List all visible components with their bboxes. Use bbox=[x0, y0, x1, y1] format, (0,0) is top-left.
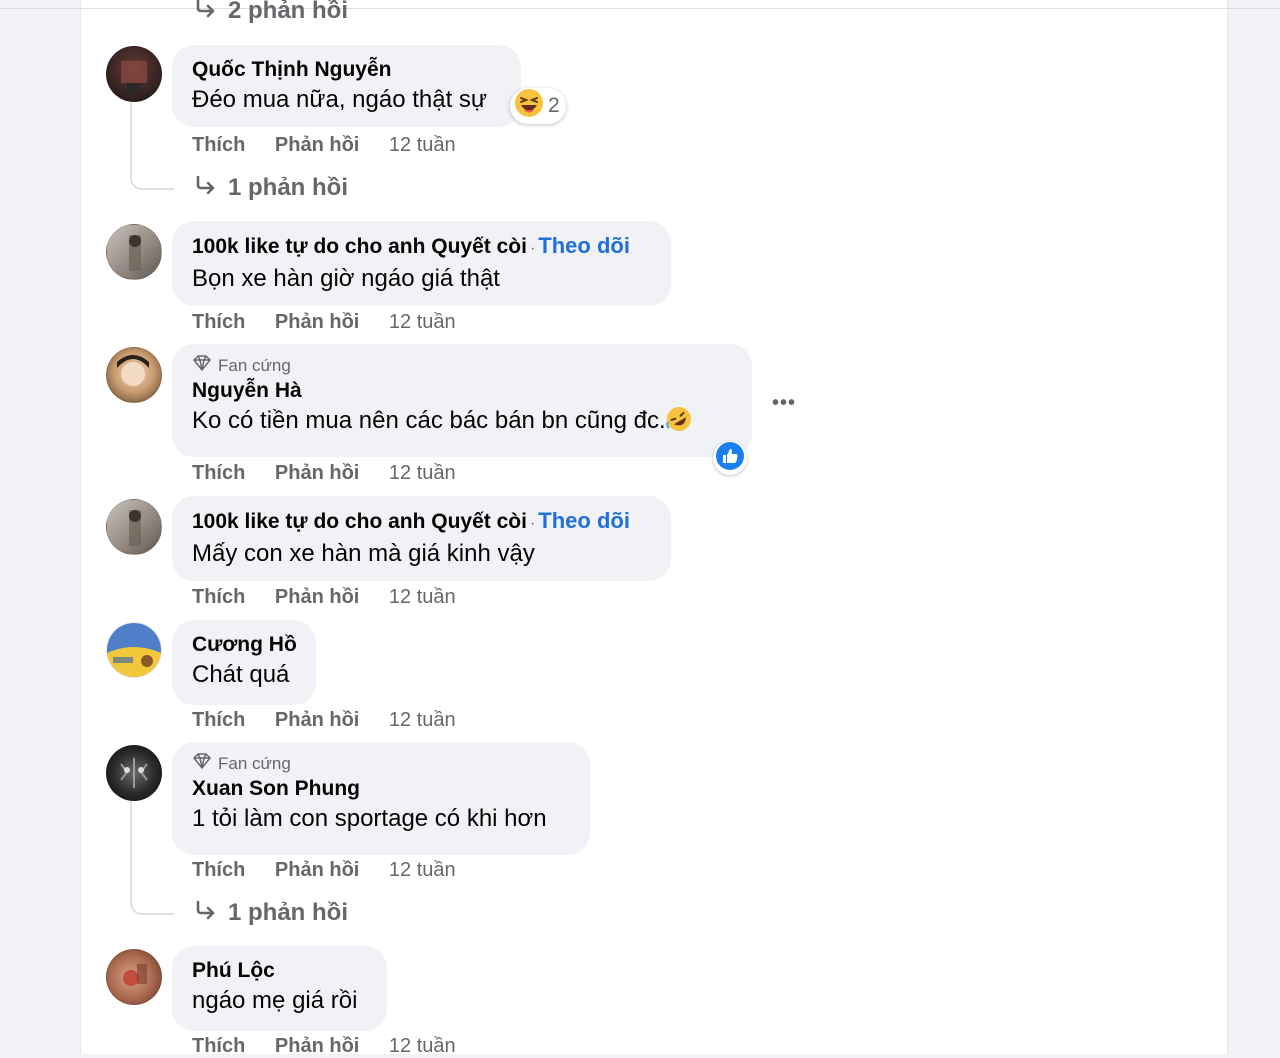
comment-author[interactable]: Xuan Son Phung bbox=[192, 775, 570, 803]
comment-text: Ko có tiền mua nên các bác bán bn cũng đ… bbox=[192, 405, 732, 441]
comment-author[interactable]: Phú Lộc bbox=[192, 957, 367, 985]
fan-badge: Fan cứng bbox=[192, 355, 732, 377]
like-button[interactable]: Thích bbox=[192, 311, 245, 333]
comment-author[interactable]: Cương Hồ bbox=[192, 631, 297, 659]
reply-button[interactable]: Phản hồi bbox=[275, 134, 359, 156]
rofl-emoji-icon bbox=[665, 406, 692, 441]
reply-button[interactable]: Phản hồi bbox=[275, 586, 359, 608]
comment-author: 100k like tự do cho anh Quyết còi · Theo d… bbox=[192, 233, 630, 258]
thread-line bbox=[130, 102, 174, 190]
like-button[interactable]: Thích bbox=[192, 859, 245, 881]
comment-text: Đéo mua nữa, ngáo thật sự bbox=[192, 86, 487, 113]
like-button[interactable]: Thích bbox=[192, 462, 245, 484]
reply-button[interactable]: Phản hồi bbox=[275, 311, 359, 333]
like-thumb-icon bbox=[715, 441, 745, 476]
comment-bubble: Fan cứng Xuan Son Phung 1 tỏi làm con sp… bbox=[172, 742, 590, 855]
comment-bubble: Phú Lộc ngáo mẹ giá rồi bbox=[172, 946, 387, 1031]
comment-author[interactable]: Nguyễn Hà bbox=[192, 377, 732, 405]
avatar[interactable] bbox=[106, 745, 162, 801]
comment-text: Mấy con xe hàn mà giá kinh vậy bbox=[192, 540, 535, 567]
reply-button[interactable]: Phản hồi bbox=[275, 859, 359, 881]
like-button[interactable]: Thích bbox=[192, 586, 245, 608]
comment-actions: Thích Phản hồi 12 tuần bbox=[192, 310, 456, 334]
comment-bubble: 100k like tự do cho anh Quyết còi · Theo d… bbox=[172, 221, 671, 306]
comment-bubble: 100k like tự do cho anh Quyết còi · Theo d… bbox=[172, 496, 671, 581]
reply-arrow-icon bbox=[194, 898, 218, 928]
thread-line bbox=[130, 800, 174, 915]
timestamp[interactable]: 12 tuần bbox=[389, 859, 456, 881]
reaction-count: 2 bbox=[548, 94, 560, 117]
reaction-summary[interactable] bbox=[713, 441, 747, 475]
like-button[interactable]: Thích bbox=[192, 709, 245, 731]
comment-author[interactable]: Quốc Thịnh Nguyễn bbox=[192, 56, 501, 84]
separator-dot: · bbox=[529, 240, 536, 257]
avatar[interactable] bbox=[106, 46, 162, 102]
reply-button[interactable]: Phản hồi bbox=[275, 462, 359, 484]
avatar[interactable] bbox=[106, 949, 162, 1005]
timestamp[interactable]: 12 tuần bbox=[389, 311, 456, 333]
avatar[interactable] bbox=[106, 224, 162, 280]
reaction-summary[interactable]: 2 bbox=[510, 88, 566, 124]
view-replies-link[interactable]: 1 phản hồi bbox=[194, 173, 348, 203]
avatar[interactable] bbox=[106, 347, 162, 403]
fan-badge: Fan cứng bbox=[192, 753, 570, 775]
comment-actions: Thích Phản hồi 12 tuần bbox=[192, 858, 456, 882]
timestamp[interactable]: 12 tuần bbox=[389, 709, 456, 731]
comment-text: Bọn xe hàn giờ ngáo giá thật bbox=[192, 265, 500, 292]
comment-actions: Thích Phản hồi 12 tuần bbox=[192, 133, 456, 157]
reply-button[interactable]: Phản hồi bbox=[275, 709, 359, 731]
diamond-icon bbox=[192, 753, 212, 775]
comment-actions: Thích Phản hồi 12 tuần bbox=[192, 1034, 456, 1058]
diamond-icon bbox=[192, 355, 212, 377]
view-replies-link[interactable]: 2 phản hồi bbox=[194, 0, 348, 26]
reply-arrow-icon bbox=[194, 0, 218, 26]
follow-button[interactable]: Theo dõi bbox=[538, 508, 630, 533]
comment-bubble: Quốc Thịnh Nguyễn Đéo mua nữa, ngáo thật… bbox=[172, 45, 521, 127]
comment-text: ngáo mẹ giá rồi bbox=[192, 987, 358, 1014]
view-replies-link[interactable]: 1 phản hồi bbox=[194, 898, 348, 928]
follow-button[interactable]: Theo dõi bbox=[538, 233, 630, 258]
timestamp[interactable]: 12 tuần bbox=[389, 462, 456, 484]
comment-actions: Thích Phản hồi 12 tuần bbox=[192, 461, 456, 485]
laughing-squint-emoji-icon bbox=[514, 88, 544, 124]
more-options-icon[interactable]: ••• bbox=[772, 392, 796, 415]
like-button[interactable]: Thích bbox=[192, 134, 245, 156]
timestamp[interactable]: 12 tuần bbox=[389, 586, 456, 608]
separator-dot: · bbox=[529, 515, 536, 532]
comment-actions: Thích Phản hồi 12 tuần bbox=[192, 585, 456, 609]
reply-arrow-icon bbox=[194, 173, 218, 203]
top-divider bbox=[0, 8, 1280, 9]
avatar[interactable] bbox=[106, 499, 162, 555]
comment-author: 100k like tự do cho anh Quyết còi · Theo d… bbox=[192, 508, 630, 533]
comment-text: Chát quá bbox=[192, 661, 290, 688]
comment-bubble: Fan cứng Nguyễn Hà Ko có tiền mua nên cá… bbox=[172, 344, 752, 457]
comment-actions: Thích Phản hồi 12 tuần bbox=[192, 708, 456, 732]
timestamp[interactable]: 12 tuần bbox=[389, 134, 456, 156]
comment-bubble: Cương Hồ Chát quá bbox=[172, 620, 316, 705]
comment-text: 1 tỏi làm con sportage có khi hơn bbox=[192, 805, 547, 832]
avatar[interactable] bbox=[106, 622, 162, 678]
